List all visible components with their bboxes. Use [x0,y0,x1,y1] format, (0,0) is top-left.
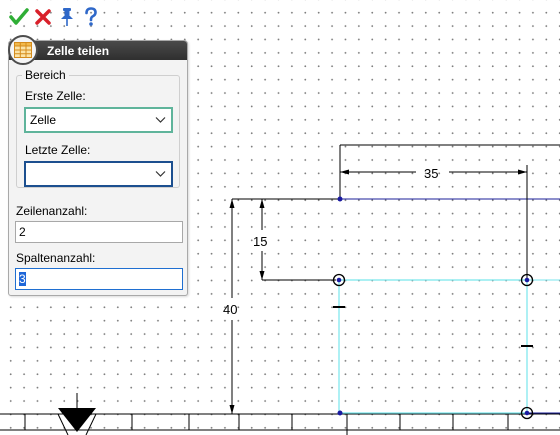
range-group-title: Bereich [25,68,66,82]
first-cell-value: Zelle [30,113,57,127]
cols-value: 3 [19,272,26,286]
last-cell-select[interactable] [24,161,173,187]
table-icon [8,35,38,65]
rows-value: 2 [19,225,26,239]
confirm-button[interactable] [8,6,30,28]
command-toolbar [8,4,102,30]
dimension-height-small[interactable]: 15 [253,234,267,249]
pin-button[interactable] [56,6,78,28]
split-cell-dialog: Zelle teilen Bereich Erste Zelle: Zelle … [8,35,188,296]
chevron-down-icon [155,117,166,123]
dialog-title: Zelle teilen [47,44,110,58]
help-button[interactable] [80,6,102,28]
rows-label: Zeilenanzahl: [16,204,88,218]
level-marker-icon[interactable] [57,393,97,435]
dimension-height-total[interactable]: 40 [223,302,237,317]
sketch-point[interactable] [337,196,343,202]
pin-icon [61,8,73,26]
dimension-width[interactable]: 35 [424,166,438,181]
last-cell-label: Letzte Zelle: [25,143,91,157]
first-cell-label: Erste Zelle: [25,89,86,103]
first-cell-select[interactable]: Zelle [24,107,173,133]
cols-label: Spaltenanzahl: [16,251,96,265]
sketch-point[interactable] [337,410,343,416]
chevron-down-icon [155,171,166,177]
checkmark-icon [9,8,29,25]
rows-input[interactable]: 2 [15,221,183,243]
cancel-button[interactable] [32,6,54,28]
close-icon [35,9,51,25]
cols-input[interactable]: 3 [15,268,183,290]
help-icon [85,7,97,26]
